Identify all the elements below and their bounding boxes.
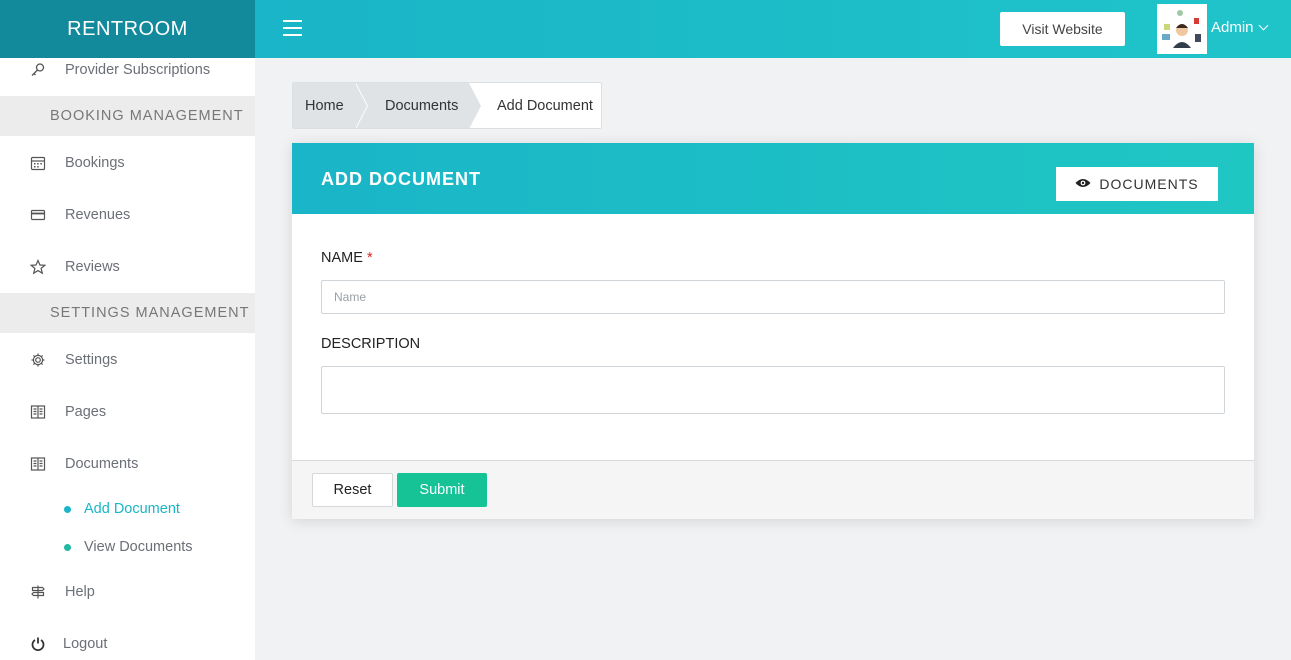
avatar[interactable] — [1157, 4, 1207, 54]
sidebar-item-label: Help — [65, 584, 95, 600]
book-icon — [29, 455, 47, 473]
gear-icon — [29, 351, 47, 369]
book-icon — [29, 403, 47, 421]
signpost-icon — [29, 583, 47, 601]
name-label-text: NAME — [321, 250, 363, 266]
add-document-card: ADD DOCUMENT DOCUMENTS NAME * DESCRIPTIO… — [292, 143, 1254, 519]
sidebar: Provider Subscriptions BOOKING MANAGEMEN… — [0, 58, 255, 660]
sidebar-item-label: Documents — [65, 456, 139, 472]
sidebar-item-label: Logout — [63, 636, 108, 652]
sidebar-item-bookings[interactable]: Bookings — [0, 143, 255, 183]
sidebar-item-label: Revenues — [65, 207, 131, 223]
card-title: ADD DOCUMENT — [321, 169, 481, 189]
breadcrumb-documents[interactable]: Documents — [355, 83, 482, 128]
sidebar-item-revenues[interactable]: Revenues — [0, 195, 255, 235]
sidebar-subitem-add-document[interactable]: Add Document — [0, 495, 255, 523]
submit-button[interactable]: Submit — [397, 473, 487, 507]
star-icon — [29, 258, 47, 276]
sidebar-item-reviews[interactable]: Reviews — [0, 247, 255, 287]
breadcrumb-current: Add Document — [469, 83, 601, 128]
credit-card-icon — [29, 206, 47, 224]
sidebar-item-label: Reviews — [65, 259, 120, 275]
menu-toggle-icon[interactable] — [283, 20, 302, 36]
description-textarea[interactable] — [321, 366, 1225, 414]
sidebar-item-documents[interactable]: Documents — [0, 444, 255, 484]
documents-button-label: DOCUMENTS — [1099, 176, 1199, 192]
description-label: DESCRIPTION — [321, 336, 421, 352]
sidebar-item-logout[interactable]: Logout — [0, 624, 255, 660]
sidebar-item-pages[interactable]: Pages — [0, 392, 255, 432]
top-bar: Visit Website Admin — [255, 0, 1291, 58]
sidebar-item-label: Pages — [65, 404, 107, 420]
required-marker: * — [366, 250, 373, 266]
visit-website-button[interactable]: Visit Website — [1000, 12, 1125, 46]
power-icon — [29, 635, 47, 653]
eye-icon — [1075, 176, 1091, 192]
sidebar-item-provider-subscriptions[interactable]: Provider Subscriptions — [0, 50, 255, 90]
sidebar-subitem-label: Add Document — [84, 501, 180, 517]
user-menu[interactable]: Admin — [1211, 19, 1268, 36]
name-label: NAME * — [321, 250, 373, 266]
section-booking-management: BOOKING MANAGEMENT — [0, 96, 255, 136]
sidebar-item-label: Provider Subscriptions — [65, 62, 211, 78]
key-icon — [29, 61, 47, 79]
user-name: Admin — [1211, 19, 1254, 36]
calendar-icon — [29, 154, 47, 172]
name-input[interactable] — [321, 280, 1225, 314]
sidebar-item-label: Bookings — [65, 155, 125, 171]
sidebar-subitem-view-documents[interactable]: View Documents — [0, 533, 255, 561]
breadcrumb-home[interactable]: Home — [293, 83, 368, 128]
sidebar-subitem-label: View Documents — [84, 539, 193, 555]
sidebar-item-settings[interactable]: Settings — [0, 340, 255, 380]
reset-button[interactable]: Reset — [312, 473, 393, 507]
sidebar-item-label: Settings — [65, 352, 118, 368]
card-footer: Reset Submit — [292, 460, 1254, 519]
bullet-dot-icon — [64, 505, 71, 513]
card-header: ADD DOCUMENT DOCUMENTS — [292, 143, 1254, 214]
bullet-dot-icon — [64, 543, 71, 551]
documents-button[interactable]: DOCUMENTS — [1056, 167, 1218, 201]
breadcrumb: Home Documents Add Document — [292, 82, 602, 129]
sidebar-item-help[interactable]: Help — [0, 572, 255, 612]
section-settings-management: SETTINGS MANAGEMENT — [0, 293, 255, 333]
chevron-down-icon — [1258, 20, 1268, 31]
